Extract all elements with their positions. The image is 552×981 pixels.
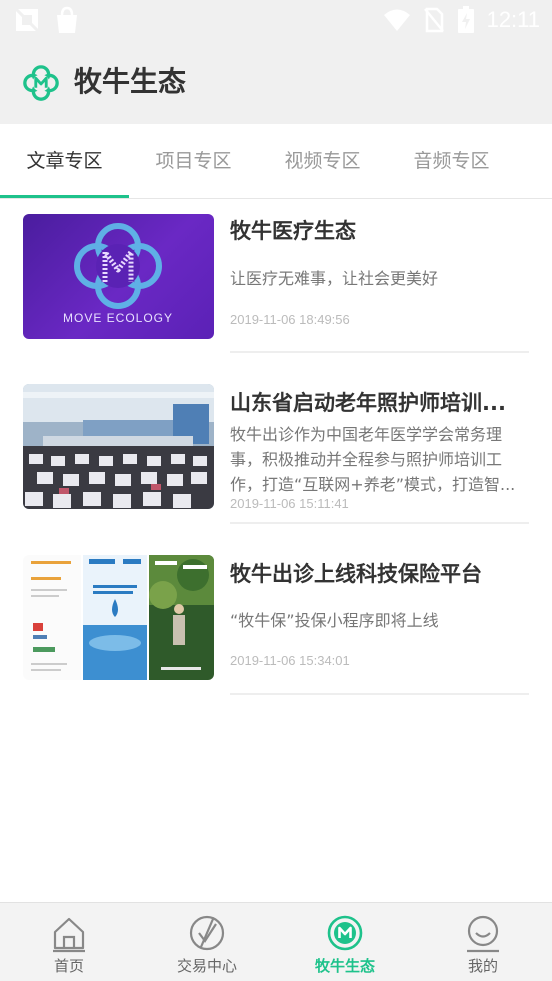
app-bar: 牧牛生态 (0, 40, 552, 124)
smile-profile-icon (467, 915, 499, 953)
article-title: 牧牛出诊上线科技保险平台 (230, 562, 482, 586)
article-title: 牧牛医疗生态 (230, 219, 356, 243)
tab-articles[interactable]: 文章专区 (0, 124, 129, 198)
article-item[interactable]: 牧牛出诊上线科技保险平台 “牧牛保”投保小程序即将上线 2019-11-06 1… (0, 555, 552, 725)
nav-profile[interactable]: 我的 (414, 903, 552, 981)
nav-ecology-label: 牧牛生态 (314, 957, 375, 975)
nav-profile-label: 我的 (467, 957, 498, 975)
nav-ecology[interactable]: 牧牛生态 (276, 903, 414, 981)
battery-charging-icon (457, 6, 474, 33)
wifi-icon (383, 9, 410, 31)
home-icon (53, 917, 85, 953)
article-title: 山东省启动老年照护师培训... (230, 391, 506, 415)
nav-trade-center[interactable]: 交易中心 (138, 903, 276, 981)
bag-icon (57, 6, 77, 33)
nav-trade-center-label: 交易中心 (176, 957, 237, 975)
active-tab-indicator (0, 195, 129, 198)
article-date: 2019-11-06 15:34:01 (230, 653, 350, 668)
article-thumbnail (23, 384, 214, 509)
tab-projects[interactable]: 项目专区 (129, 124, 258, 198)
nav-home-label: 首页 (53, 957, 84, 975)
article-description: “牧牛保”投保小程序即将上线 (230, 611, 439, 630)
status-time: 12:11 (486, 7, 540, 32)
article-description: 让医疗无难事，让社会更美好 (230, 269, 439, 288)
conference-photo (23, 384, 214, 509)
move-ecology-logo: MOVE ECOLOGY (63, 223, 173, 325)
no-sim-icon (423, 7, 444, 33)
status-bar: 12:11 (0, 0, 552, 40)
article-thumbnail: MOVE ECOLOGY (23, 214, 214, 339)
muniu-logo-icon (23, 65, 59, 101)
tab-videos[interactable]: 视频专区 (258, 124, 387, 198)
bottom-navigation: 首页 交易中心 牧牛生态 我的 (0, 902, 552, 981)
divider (230, 522, 529, 524)
thumbnail-caption: MOVE ECOLOGY (63, 311, 173, 325)
insurance-brochure (23, 555, 214, 680)
article-item[interactable]: 山东省启动老年照护师培训... 牧牛出诊作为中国老年医学学会常务理事，积极推动并… (0, 384, 552, 554)
notification-off-icon (14, 7, 40, 33)
article-thumbnail (23, 555, 214, 680)
article-date: 2019-11-06 15:11:41 (230, 496, 349, 511)
trade-icon (189, 915, 225, 951)
divider (230, 351, 529, 353)
article-item[interactable]: MOVE ECOLOGY 牧牛医疗生态 让医疗无难事，让社会更美好 2019-1… (0, 214, 552, 384)
tab-audio[interactable]: 音频专区 (387, 124, 516, 198)
page-title: 牧牛生态 (74, 65, 187, 98)
article-description: 牧牛出诊作为中国老年医学学会常务理事，积极推动并全程参与照护师培训工作，打造“互… (230, 425, 516, 494)
divider (230, 693, 529, 695)
category-tabs: 文章专区 项目专区 视频专区 音频专区 (0, 124, 552, 199)
nav-home[interactable]: 首页 (0, 903, 138, 981)
muniu-logo-icon (327, 915, 363, 951)
article-date: 2019-11-06 18:49:56 (230, 312, 350, 327)
